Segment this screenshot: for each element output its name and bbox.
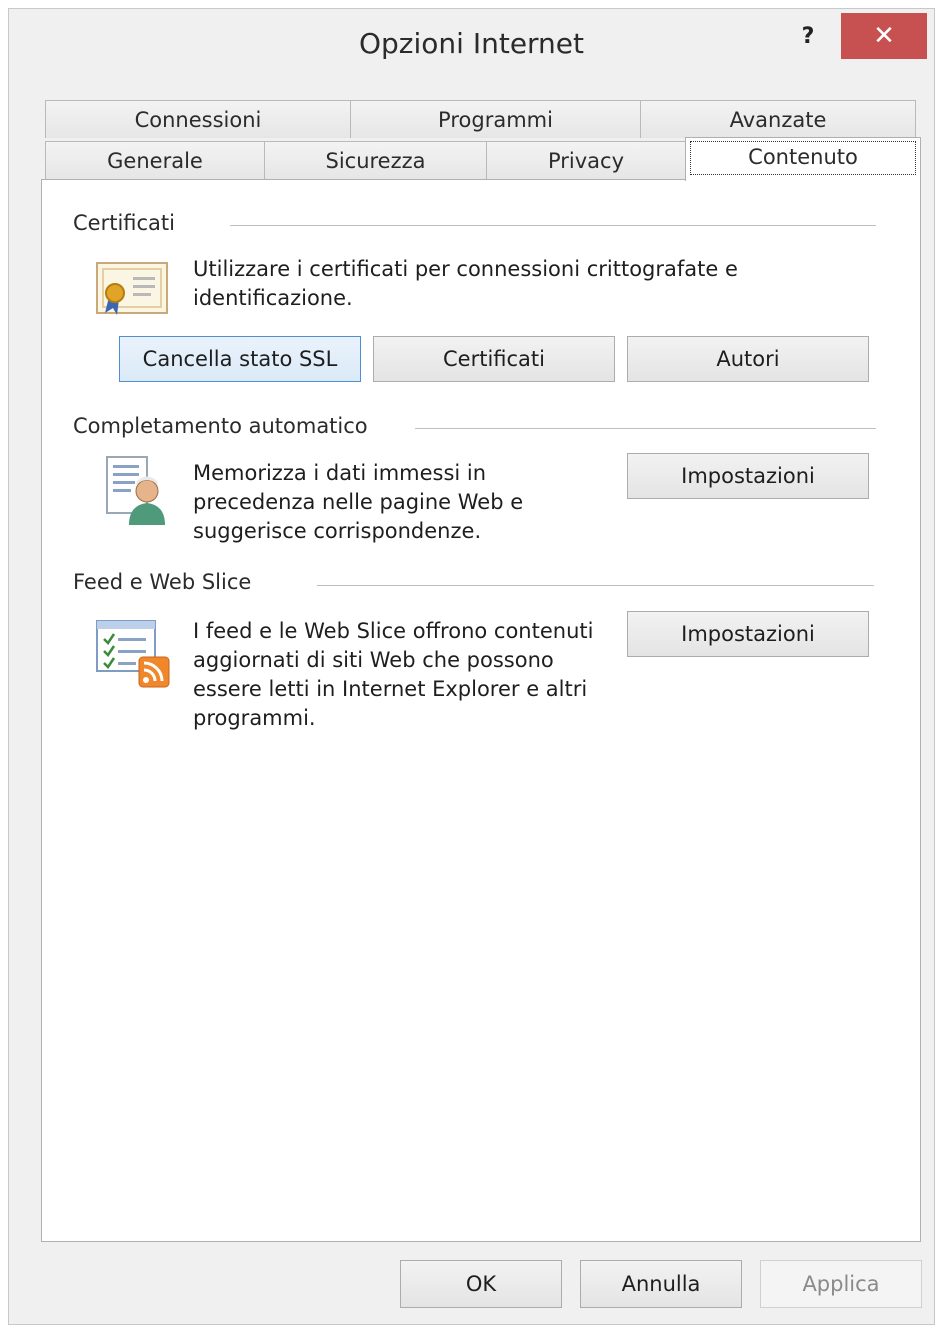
- title-bar: Opzioni Internet ? ✕: [9, 9, 934, 81]
- autocomplete-settings-button[interactable]: Impostazioni: [627, 453, 869, 499]
- tab-label: Avanzate: [729, 107, 827, 132]
- feeds-settings-button[interactable]: Impostazioni: [627, 611, 869, 657]
- certificates-group-label: Certificati: [73, 211, 175, 235]
- autocomplete-group-label: Completamento automatico: [73, 414, 368, 438]
- certificates-group-rule: [230, 225, 876, 226]
- tab-avanzate[interactable]: Avanzate: [640, 100, 916, 138]
- autocomplete-group-rule: [415, 428, 876, 429]
- tab-connessioni[interactable]: Connessioni: [45, 100, 351, 138]
- autocomplete-description: Memorizza i dati immessi in precedenza n…: [193, 461, 524, 543]
- certificates-button[interactable]: Certificati: [373, 336, 615, 382]
- focus-rectangle: [690, 141, 916, 175]
- certificates-description: Utilizzare i certificati per connessioni…: [193, 257, 738, 310]
- help-button[interactable]: ?: [779, 13, 837, 59]
- internet-options-dialog: Opzioni Internet ? ✕ Connessioni Program…: [8, 8, 935, 1325]
- clear-ssl-state-button[interactable]: Cancella stato SSL: [119, 336, 361, 382]
- tab-generale[interactable]: Generale: [45, 141, 265, 179]
- tab-label: Generale: [107, 148, 203, 173]
- certificate-icon: [96, 262, 168, 315]
- feeds-group-rule: [317, 585, 874, 586]
- cancel-button[interactable]: Annulla: [580, 1260, 742, 1308]
- feed-rss-icon: [96, 620, 170, 688]
- tab-label: Connessioni: [134, 107, 262, 132]
- tab-label: Privacy: [547, 148, 625, 173]
- ok-button[interactable]: OK: [400, 1260, 562, 1308]
- tab-label: Programmi: [438, 107, 553, 132]
- tab-programmi[interactable]: Programmi: [350, 100, 641, 138]
- publishers-button[interactable]: Autori: [627, 336, 869, 382]
- tab-label: Sicurezza: [325, 148, 426, 173]
- tab-privacy[interactable]: Privacy: [486, 141, 686, 179]
- close-icon: ✕: [873, 21, 895, 51]
- feeds-description: I feed e le Web Slice offrono contenuti …: [193, 619, 594, 730]
- autocomplete-form-icon: [106, 456, 165, 525]
- feeds-group-label: Feed e Web Slice: [73, 570, 252, 594]
- apply-button[interactable]: Applica: [760, 1260, 922, 1308]
- tab-contenuto[interactable]: Contenuto: [685, 137, 921, 181]
- close-button[interactable]: ✕: [841, 13, 927, 59]
- tab-sicurezza[interactable]: Sicurezza: [264, 141, 487, 179]
